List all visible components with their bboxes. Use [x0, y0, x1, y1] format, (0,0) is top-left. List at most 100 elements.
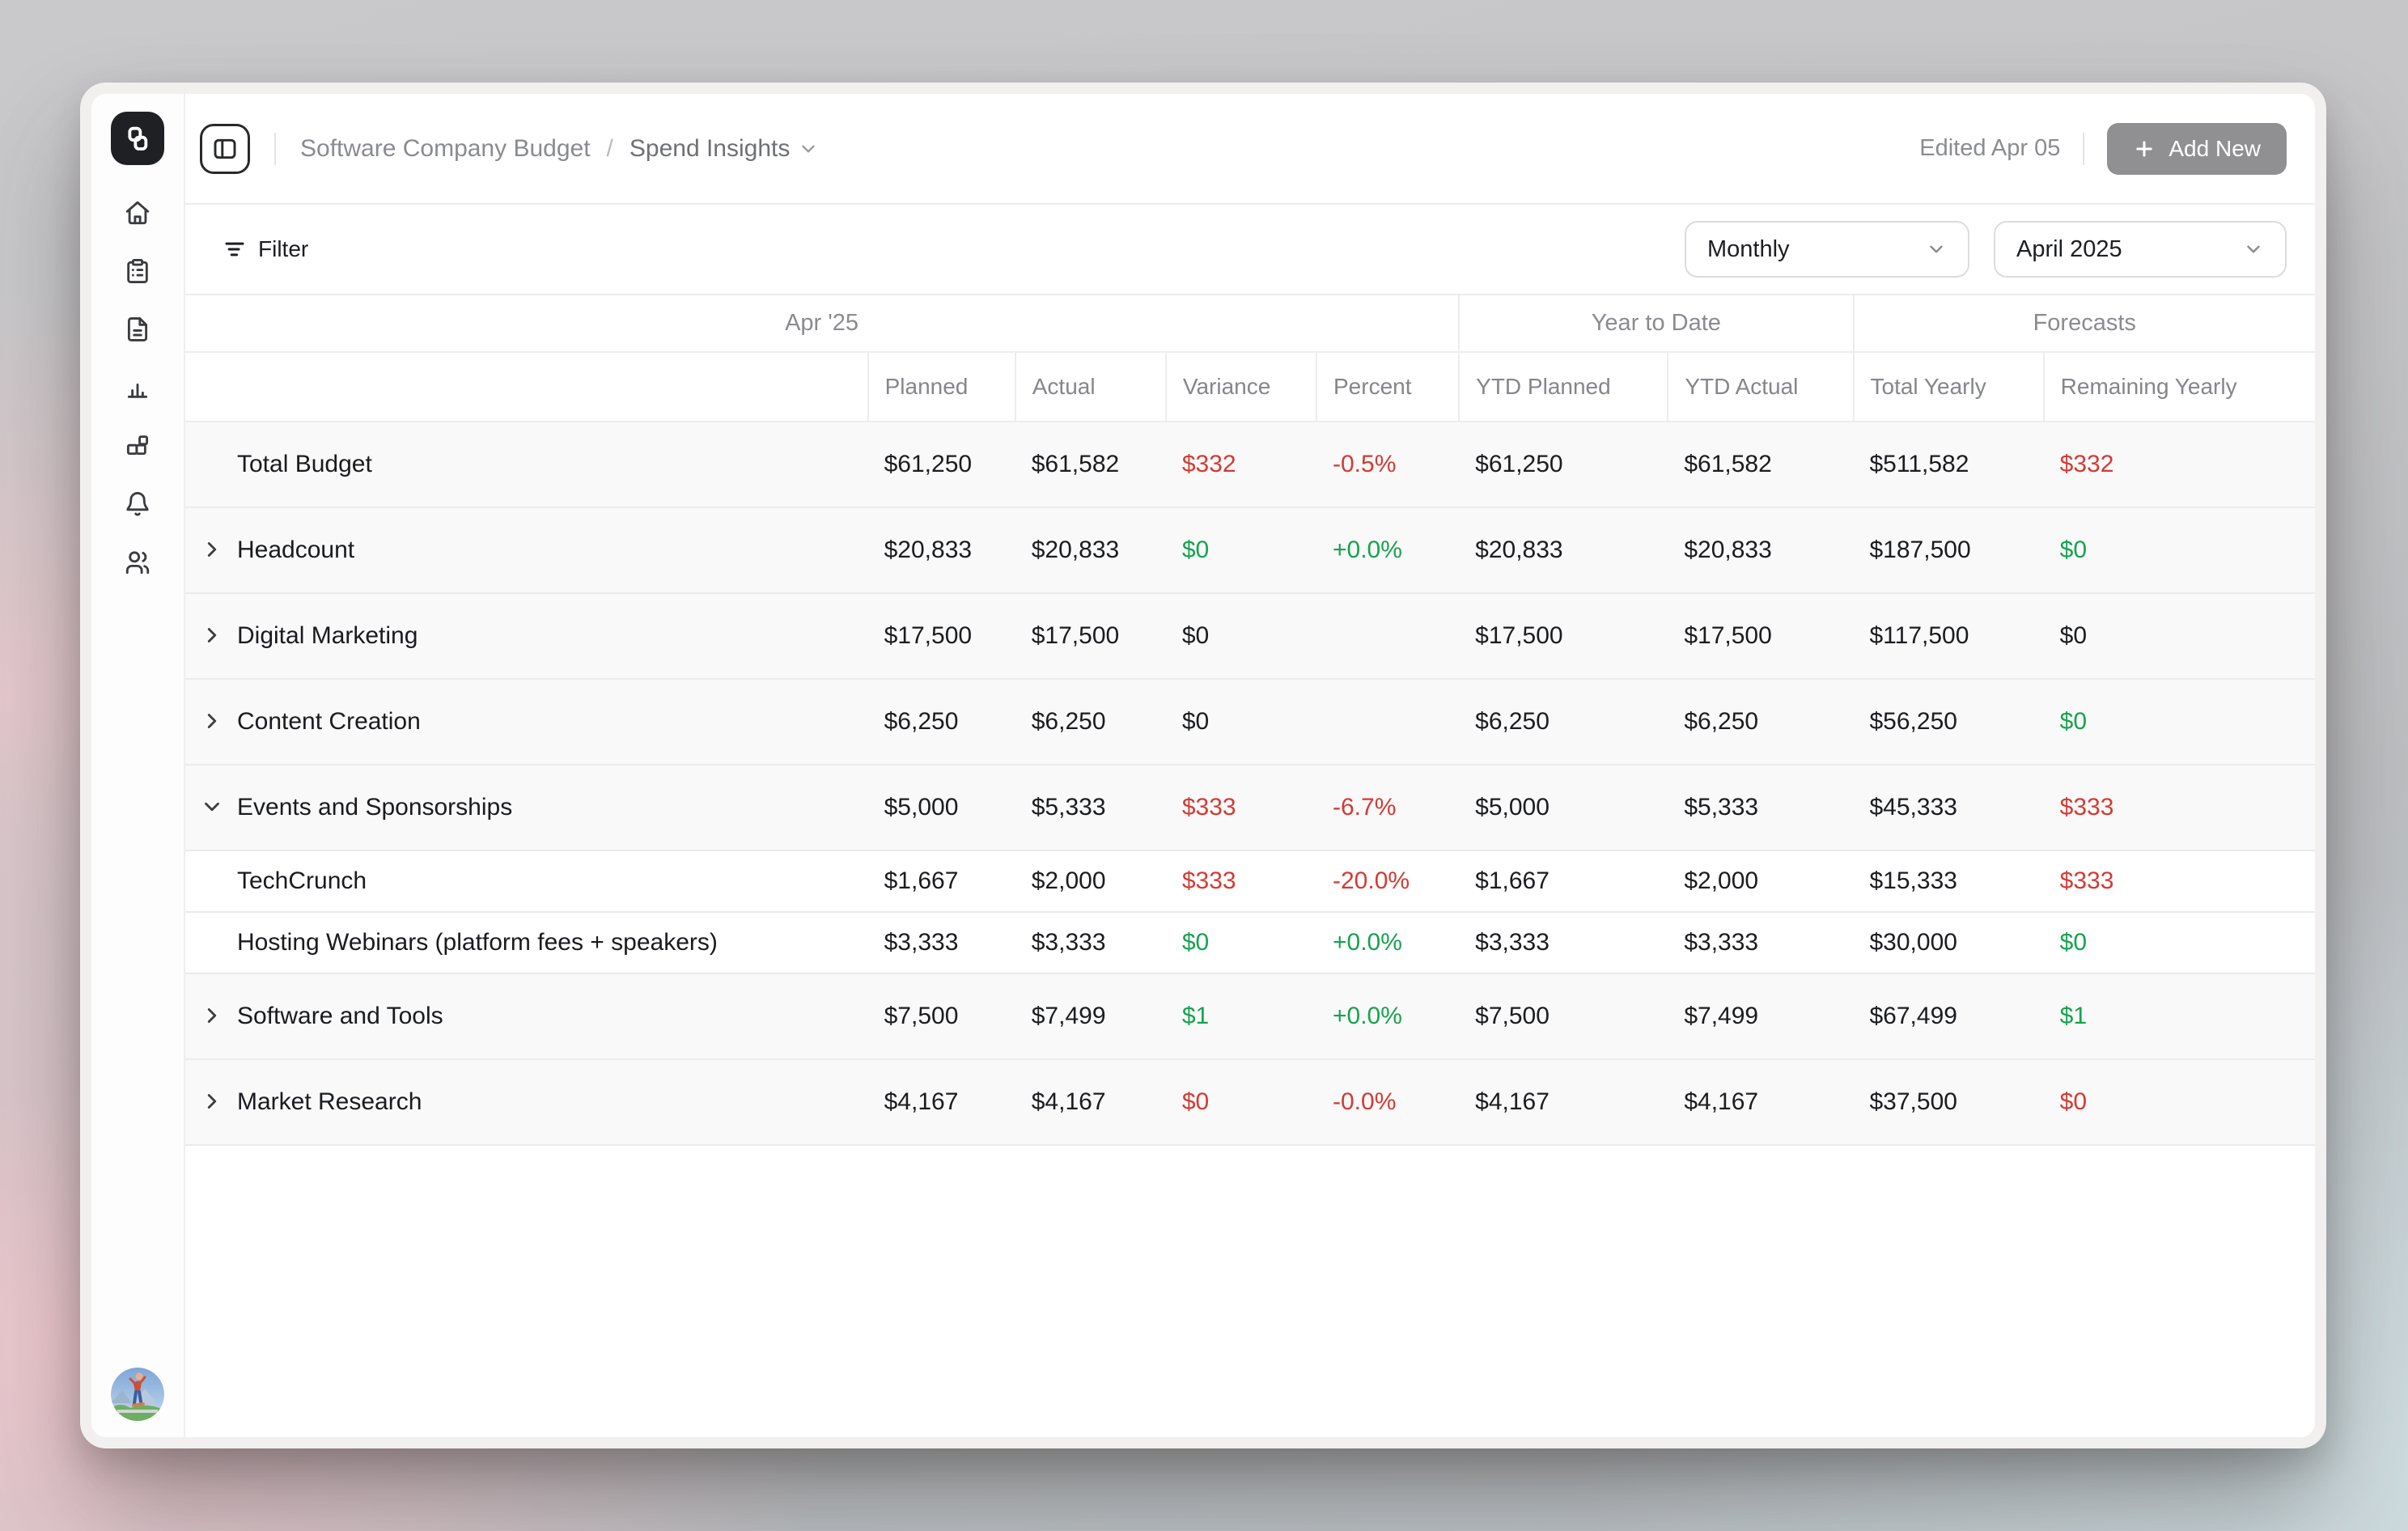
- cell-variance[interactable]: $0: [1166, 679, 1316, 765]
- cell-planned[interactable]: $20,833: [868, 507, 1015, 593]
- cell-actual[interactable]: $6,250: [1015, 679, 1166, 765]
- cell-planned[interactable]: $17,500: [868, 593, 1015, 679]
- row-expand-toggle[interactable]: [200, 868, 226, 894]
- cell-total-yearly[interactable]: $30,000: [1854, 912, 2044, 973]
- cell-percent[interactable]: -20.0%: [1316, 850, 1459, 912]
- cell-ytd-planned[interactable]: $3,333: [1459, 912, 1668, 973]
- cell-remaining-yearly[interactable]: $0: [2044, 679, 2315, 765]
- cell-total-yearly[interactable]: $37,500: [1854, 1059, 2044, 1145]
- bar-chart-icon[interactable]: [124, 374, 151, 401]
- cell-percent[interactable]: +0.0%: [1316, 973, 1459, 1059]
- cell-variance[interactable]: $0: [1166, 593, 1316, 679]
- row-expand-toggle[interactable]: [200, 709, 226, 735]
- cell-percent[interactable]: -6.7%: [1316, 765, 1459, 850]
- cell-remaining-yearly[interactable]: $0: [2044, 593, 2315, 679]
- row-expand-toggle[interactable]: [200, 623, 226, 649]
- cell-ytd-actual[interactable]: $3,333: [1668, 912, 1853, 973]
- row-expand-toggle[interactable]: [200, 930, 226, 956]
- cell-percent[interactable]: +0.0%: [1316, 507, 1459, 593]
- cell-percent[interactable]: -0.5%: [1316, 422, 1459, 507]
- cell-actual[interactable]: $61,582: [1015, 422, 1166, 507]
- table-row[interactable]: Digital Marketing $17,500 $17,500 $0 $17…: [185, 593, 2315, 679]
- cell-planned[interactable]: $6,250: [868, 679, 1015, 765]
- cell-variance[interactable]: $0: [1166, 507, 1316, 593]
- table-row[interactable]: Hosting Webinars (platform fees + speake…: [185, 912, 2315, 973]
- cell-planned[interactable]: $1,667: [868, 850, 1015, 912]
- cell-ytd-actual[interactable]: $61,582: [1668, 422, 1853, 507]
- cell-variance[interactable]: $332: [1166, 422, 1316, 507]
- cell-actual[interactable]: $4,167: [1015, 1059, 1166, 1145]
- cell-total-yearly[interactable]: $67,499: [1854, 973, 2044, 1059]
- cell-planned[interactable]: $5,000: [868, 765, 1015, 850]
- cell-ytd-actual[interactable]: $17,500: [1668, 593, 1853, 679]
- cell-actual[interactable]: $20,833: [1015, 507, 1166, 593]
- cell-percent[interactable]: -0.0%: [1316, 1059, 1459, 1145]
- cell-total-yearly[interactable]: $511,582: [1854, 422, 2044, 507]
- cell-remaining-yearly[interactable]: $332: [2044, 422, 2315, 507]
- cell-ytd-planned[interactable]: $4,167: [1459, 1059, 1668, 1145]
- cell-ytd-actual[interactable]: $4,167: [1668, 1059, 1853, 1145]
- cell-ytd-actual[interactable]: $5,333: [1668, 765, 1853, 850]
- cell-remaining-yearly[interactable]: $333: [2044, 850, 2315, 912]
- cell-planned[interactable]: $4,167: [868, 1059, 1015, 1145]
- cell-variance[interactable]: $0: [1166, 912, 1316, 973]
- cell-ytd-planned[interactable]: $20,833: [1459, 507, 1668, 593]
- cell-variance[interactable]: $1: [1166, 973, 1316, 1059]
- users-icon[interactable]: [124, 549, 151, 576]
- cell-actual[interactable]: $3,333: [1015, 912, 1166, 973]
- cell-actual[interactable]: $5,333: [1015, 765, 1166, 850]
- cell-variance[interactable]: $0: [1166, 1059, 1316, 1145]
- user-avatar[interactable]: [111, 1368, 164, 1421]
- cell-remaining-yearly[interactable]: $333: [2044, 765, 2315, 850]
- cell-ytd-planned[interactable]: $7,500: [1459, 973, 1668, 1059]
- table-row[interactable]: Market Research $4,167 $4,167 $0 -0.0% $…: [185, 1059, 2315, 1145]
- cell-ytd-planned[interactable]: $61,250: [1459, 422, 1668, 507]
- filter-button[interactable]: Filter: [223, 236, 308, 262]
- breadcrumb-current[interactable]: Spend Insights: [630, 135, 819, 163]
- period-select[interactable]: Monthly: [1685, 221, 1969, 278]
- add-new-button[interactable]: Add New: [2107, 123, 2287, 175]
- sidebar-toggle-button[interactable]: [200, 124, 250, 174]
- cell-planned[interactable]: $3,333: [868, 912, 1015, 973]
- table-row[interactable]: Software and Tools $7,500 $7,499 $1 +0.0…: [185, 973, 2315, 1059]
- home-icon[interactable]: [124, 199, 151, 227]
- cell-percent[interactable]: [1316, 679, 1459, 765]
- row-expand-toggle[interactable]: [200, 452, 226, 477]
- cell-total-yearly[interactable]: $187,500: [1854, 507, 2044, 593]
- table-row[interactable]: TechCrunch $1,667 $2,000 $333 -20.0% $1,…: [185, 850, 2315, 912]
- cell-percent[interactable]: +0.0%: [1316, 912, 1459, 973]
- cell-ytd-planned[interactable]: $6,250: [1459, 679, 1668, 765]
- cell-remaining-yearly[interactable]: $1: [2044, 973, 2315, 1059]
- blocks-icon[interactable]: [124, 432, 151, 460]
- table-row[interactable]: Total Budget $61,250 $61,582 $332 -0.5% …: [185, 422, 2315, 507]
- cell-variance[interactable]: $333: [1166, 850, 1316, 912]
- clipboard-list-icon[interactable]: [124, 257, 151, 285]
- cell-actual[interactable]: $2,000: [1015, 850, 1166, 912]
- row-expand-toggle[interactable]: [200, 795, 226, 821]
- cell-ytd-actual[interactable]: $7,499: [1668, 973, 1853, 1059]
- cell-total-yearly[interactable]: $15,333: [1854, 850, 2044, 912]
- cell-ytd-actual[interactable]: $6,250: [1668, 679, 1853, 765]
- breadcrumb-parent[interactable]: Software Company Budget: [300, 135, 591, 163]
- row-expand-toggle[interactable]: [200, 1003, 226, 1029]
- cell-actual[interactable]: $7,499: [1015, 973, 1166, 1059]
- cell-planned[interactable]: $61,250: [868, 422, 1015, 507]
- table-row[interactable]: Content Creation $6,250 $6,250 $0 $6,250…: [185, 679, 2315, 765]
- cell-total-yearly[interactable]: $56,250: [1854, 679, 2044, 765]
- row-expand-toggle[interactable]: [200, 1089, 226, 1115]
- cell-ytd-actual[interactable]: $2,000: [1668, 850, 1853, 912]
- cell-remaining-yearly[interactable]: $0: [2044, 912, 2315, 973]
- cell-percent[interactable]: [1316, 593, 1459, 679]
- cell-ytd-actual[interactable]: $20,833: [1668, 507, 1853, 593]
- cell-ytd-planned[interactable]: $5,000: [1459, 765, 1668, 850]
- cell-planned[interactable]: $7,500: [868, 973, 1015, 1059]
- cell-actual[interactable]: $17,500: [1015, 593, 1166, 679]
- cell-variance[interactable]: $333: [1166, 765, 1316, 850]
- cell-total-yearly[interactable]: $117,500: [1854, 593, 2044, 679]
- table-row[interactable]: Events and Sponsorships $5,000 $5,333 $3…: [185, 765, 2315, 850]
- cell-remaining-yearly[interactable]: $0: [2044, 507, 2315, 593]
- bell-icon[interactable]: [124, 490, 151, 518]
- cell-total-yearly[interactable]: $45,333: [1854, 765, 2044, 850]
- cell-ytd-planned[interactable]: $1,667: [1459, 850, 1668, 912]
- table-row[interactable]: Headcount $20,833 $20,833 $0 +0.0% $20,8…: [185, 507, 2315, 593]
